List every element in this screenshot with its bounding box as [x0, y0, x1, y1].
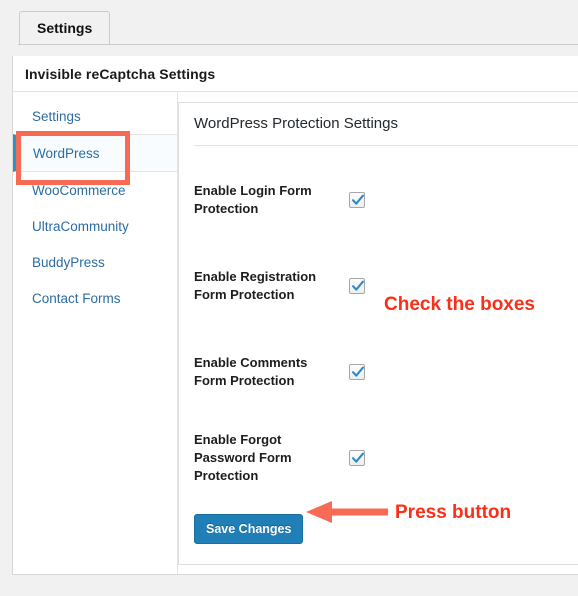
sidebar-item-contact-forms[interactable]: Contact Forms — [13, 280, 177, 316]
tab-strip: Settings — [0, 0, 578, 45]
comments-form-label: Enable Comments Form Protection — [194, 355, 308, 388]
checkmark-icon — [351, 194, 365, 205]
protection-options-list: Enable Login Form Protection Enable Regi… — [194, 157, 578, 501]
left-arrow-icon — [306, 501, 388, 523]
login-form-label: Enable Login Form Protection — [194, 183, 312, 216]
sidebar-item-ultracommunity[interactable]: UltraCommunity — [13, 208, 177, 244]
sidebar-item-label: UltraCommunity — [32, 218, 129, 234]
enable-comments-form-checkbox[interactable] — [349, 364, 365, 380]
sidebar-item-woocommerce[interactable]: WooCommerce — [13, 172, 177, 208]
sidebar-item-buddypress[interactable]: BuddyPress — [13, 244, 177, 280]
enable-login-form-checkbox[interactable] — [349, 192, 365, 208]
panel-title: WordPress Protection Settings — [194, 115, 398, 132]
settings-sidebar: Settings WordPress WooCommerce UltraComm… — [13, 92, 178, 574]
form-row-login: Enable Login Form Protection — [194, 157, 578, 243]
save-changes-label: Save Changes — [206, 522, 292, 536]
annotation-press-button: Press button — [395, 502, 512, 523]
sidebar-item-label: WooCommerce — [32, 182, 126, 198]
tab-settings-label: Settings — [37, 20, 93, 36]
protection-settings-panel: WordPress Protection Settings Enable Log… — [178, 102, 578, 565]
checkmark-icon — [351, 366, 365, 377]
tab-settings[interactable]: Settings — [19, 11, 111, 44]
form-row-forgot-password: Enable Forgot Password Form Protection — [194, 415, 578, 501]
sidebar-item-label: BuddyPress — [32, 254, 105, 270]
registration-form-label: Enable Registration Form Protection — [194, 269, 317, 302]
form-row-comments: Enable Comments Form Protection — [194, 329, 578, 415]
sidebar-item-label: Settings — [32, 108, 81, 124]
sidebar-item-label: Contact Forms — [32, 290, 121, 306]
forgot-password-form-label: Enable Forgot Password Form Protection — [194, 432, 292, 483]
sidebar-item-label: WordPress — [33, 145, 100, 161]
card-header: Invisible reCaptcha Settings — [13, 56, 578, 92]
enable-forgot-password-form-checkbox[interactable] — [349, 450, 365, 466]
sidebar-item-settings[interactable]: Settings — [13, 98, 177, 134]
sidebar-item-wordpress[interactable]: WordPress — [13, 134, 177, 172]
form-row-registration: Enable Registration Form Protection — [194, 243, 578, 329]
enable-registration-form-checkbox[interactable] — [349, 278, 365, 294]
checkmark-icon — [351, 280, 365, 291]
checkmark-icon — [351, 452, 365, 463]
annotation-check-the-boxes: Check the boxes — [384, 294, 535, 315]
save-changes-button[interactable]: Save Changes — [194, 514, 304, 544]
panel-divider — [194, 145, 578, 146]
page-title: Invisible reCaptcha Settings — [25, 65, 216, 82]
